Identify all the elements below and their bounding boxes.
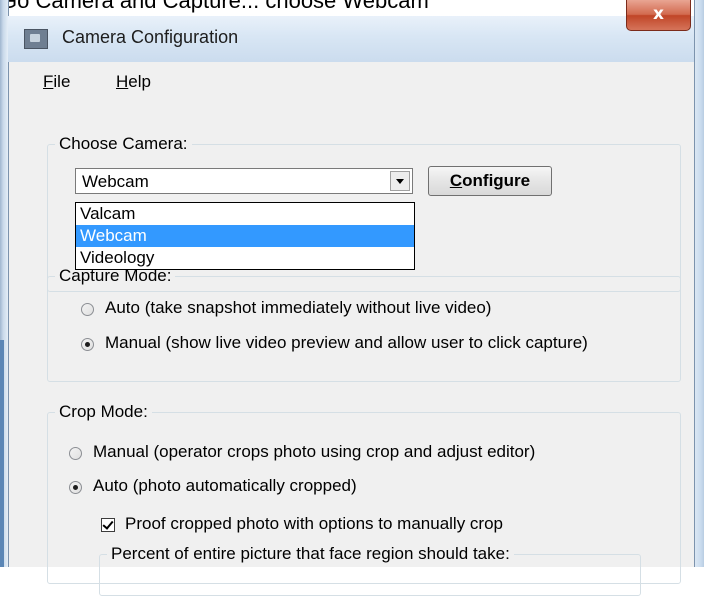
- camera-configuration-window: Camera Configuration x File Help Choose …: [0, 0, 704, 596]
- menu-file-mnemonic: F: [43, 72, 54, 91]
- capture-auto-label[interactable]: Auto (take snapshot immediately without …: [105, 298, 491, 318]
- menu-help-label: elp: [128, 72, 151, 91]
- menu-bar: File Help: [9, 62, 694, 104]
- menu-help[interactable]: Help: [116, 72, 151, 92]
- proof-cropped-label[interactable]: Proof cropped photo with options to manu…: [125, 514, 503, 534]
- chevron-down-icon[interactable]: [390, 171, 410, 191]
- crop-mode-legend: Crop Mode:: [55, 402, 152, 422]
- configure-mnemonic: C: [449, 171, 463, 190]
- camera-select-value: Webcam: [82, 172, 149, 191]
- capture-auto-radio[interactable]: [81, 303, 94, 316]
- close-button[interactable]: x: [626, 0, 691, 31]
- crop-manual-radio[interactable]: [69, 447, 82, 460]
- camera-app-icon: [24, 29, 48, 49]
- title-bar[interactable]: Camera Configuration: [8, 16, 694, 62]
- capture-manual-label[interactable]: Manual (show live video preview and allo…: [105, 333, 588, 353]
- choose-camera-legend: Choose Camera:: [55, 134, 192, 154]
- camera-option-videology[interactable]: Videology: [76, 247, 414, 269]
- proof-cropped-checkbox[interactable]: [101, 518, 115, 532]
- capture-manual-radio[interactable]: [81, 338, 94, 351]
- percent-face-legend: Percent of entire picture that face regi…: [107, 544, 514, 564]
- window-title: Camera Configuration: [62, 27, 239, 47]
- close-icon: x: [653, 4, 664, 24]
- configure-label: onfigure: [462, 171, 531, 190]
- menu-help-mnemonic: H: [116, 72, 129, 91]
- configure-button[interactable]: Configure: [428, 166, 552, 196]
- crop-auto-radio[interactable]: [69, 481, 82, 494]
- dialog-client-area: File Help Choose Camera: Capture Mode: A…: [9, 62, 694, 596]
- window-frame-left: [0, 0, 9, 567]
- camera-dropdown-list: Valcam Webcam Videology: [75, 202, 415, 270]
- capture-mode-group: [47, 276, 681, 382]
- camera-option-valcam[interactable]: Valcam: [76, 203, 414, 225]
- camera-select[interactable]: Webcam: [75, 168, 413, 194]
- window-frame-right: [694, 0, 704, 567]
- crop-manual-label[interactable]: Manual (operator crops photo using crop …: [93, 442, 535, 462]
- menu-file-label: ile: [53, 72, 71, 91]
- menu-file[interactable]: File: [43, 72, 70, 92]
- camera-option-webcam[interactable]: Webcam: [76, 225, 414, 247]
- window-frame-accent: [0, 340, 4, 567]
- crop-auto-label[interactable]: Auto (photo automatically cropped): [93, 476, 357, 496]
